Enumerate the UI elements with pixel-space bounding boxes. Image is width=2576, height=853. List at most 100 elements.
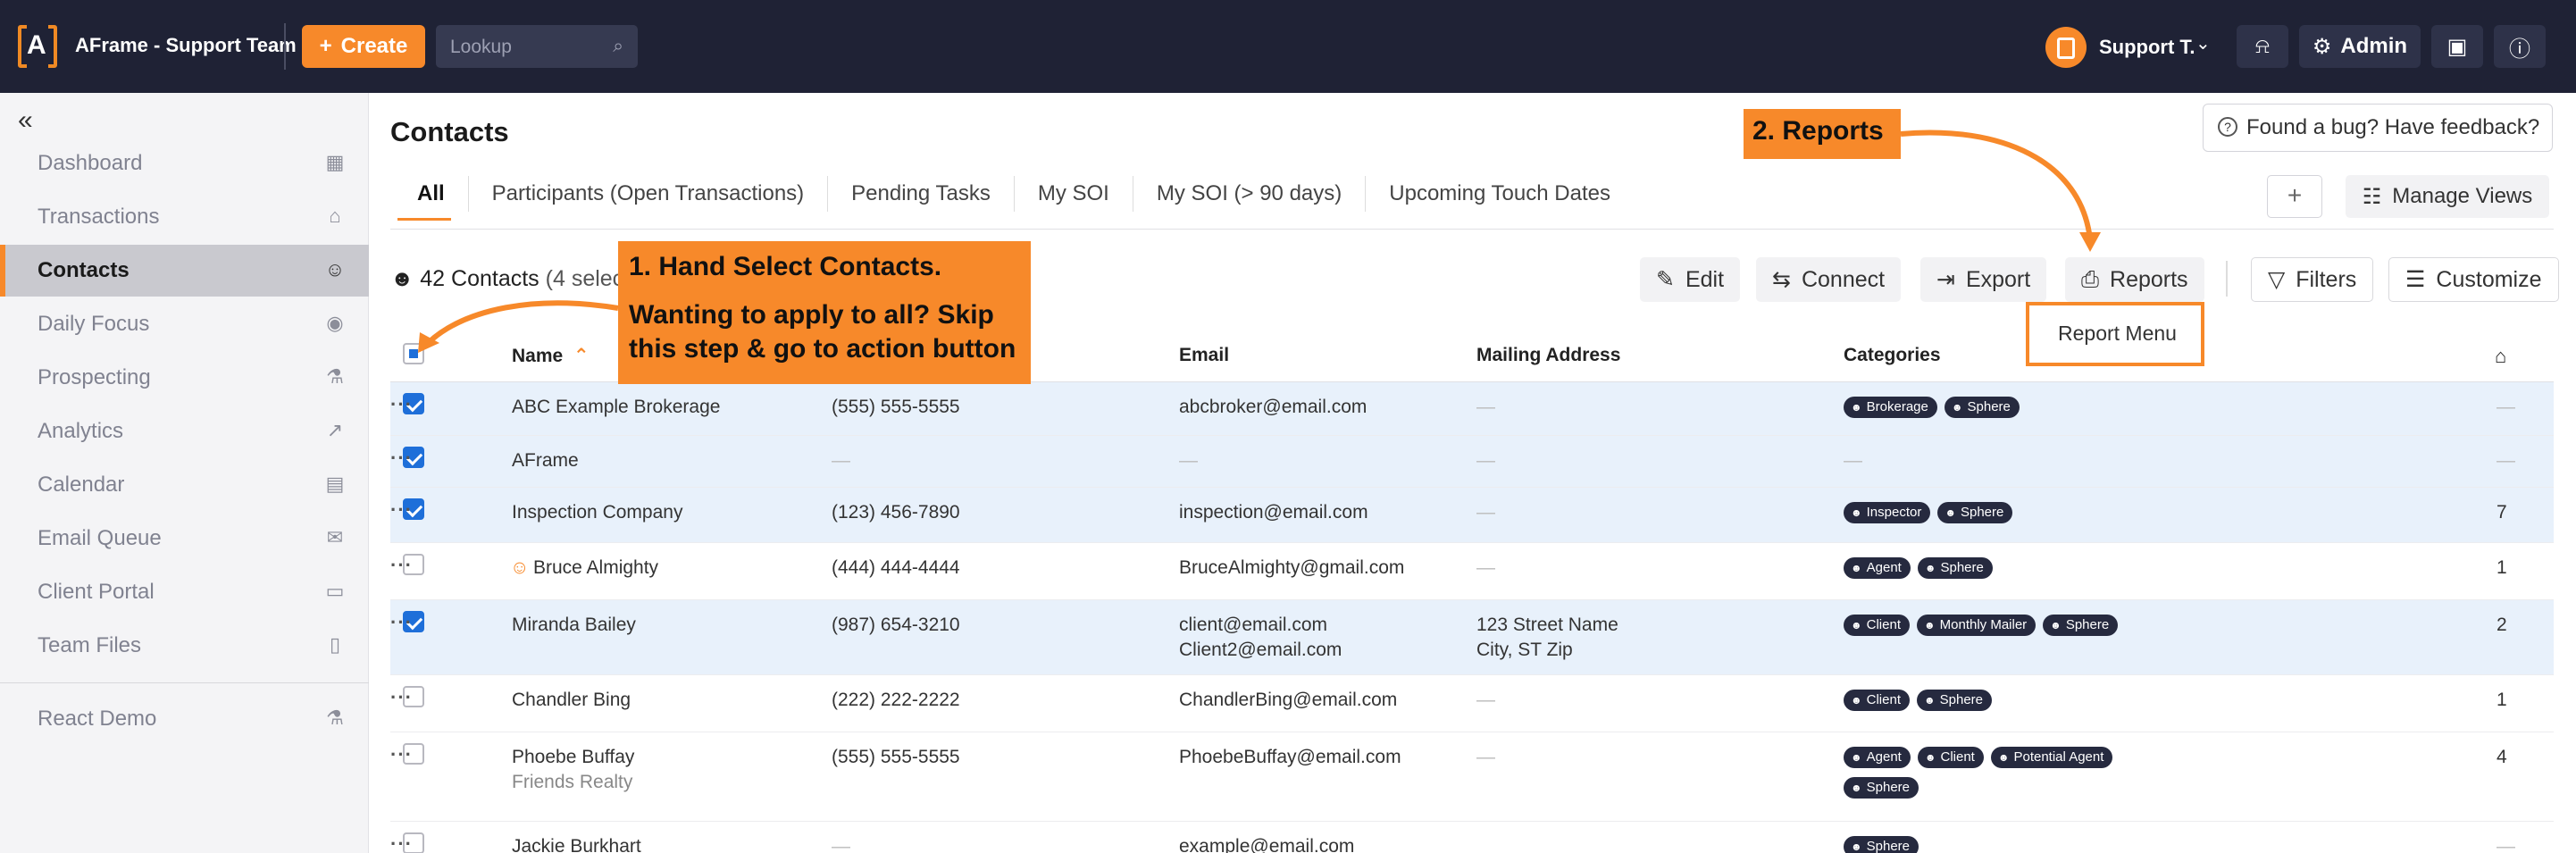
category-tag[interactable]: Potential Agent (1990, 747, 2113, 768)
row-more-icon[interactable]: ··· (390, 554, 413, 577)
gift-button[interactable]: ▣ (2431, 25, 2483, 68)
sidebar-item-daily-focus[interactable]: Daily Focus ◉ (0, 298, 369, 350)
email-column-header[interactable]: Email (1179, 345, 1229, 366)
sidebar-item-analytics[interactable]: Analytics ↗ (0, 406, 369, 457)
tab-participants-open-transactions[interactable]: Participants (Open Transactions) (469, 176, 829, 212)
table-row[interactable]: ··· Inspection Company (123) 456-7890 inspe… (390, 488, 2554, 543)
connect-button[interactable]: ⇆ Connect (1756, 257, 1902, 302)
sidebar-item-transactions[interactable]: Transactions ⌂ (0, 191, 369, 243)
sort-asc-icon[interactable]: ⌃ (573, 346, 590, 366)
select-all-checkbox[interactable] (403, 343, 424, 364)
mailing-address-column-header[interactable]: Mailing Address (1476, 345, 1620, 366)
contact-email[interactable]: ChandlerBing@email.com (1179, 688, 1397, 713)
table-row[interactable]: ··· ABC Example Brokerage (555) 555-5555 ab… (390, 382, 2554, 436)
contact-name[interactable]: Inspection Company (512, 500, 682, 525)
row-more-icon[interactable]: ··· (390, 611, 413, 634)
category-tag[interactable]: Sphere (1944, 397, 2020, 418)
aframe-logo-icon[interactable] (18, 25, 57, 68)
contact-email[interactable]: abcbroker@email.com (1179, 395, 1367, 420)
lookup-search-input[interactable]: Lookup ⌕ (436, 25, 638, 68)
category-tag[interactable]: Sphere (1937, 502, 2013, 523)
sidebar-item-react-demo[interactable]: React Demo ⚗ (0, 693, 369, 745)
category-tag[interactable]: Sphere (1917, 690, 1993, 711)
table-row[interactable]: ··· Chandler Bing (222) 222-2222 ChandlerBi… (390, 675, 2554, 732)
tab-upcoming-touch-dates[interactable]: Upcoming Touch Dates (1366, 176, 1634, 212)
contact-phone[interactable]: — (832, 834, 850, 853)
notifications-button[interactable]: ⍾ (2237, 25, 2288, 68)
chevron-down-icon[interactable]: ⌄ (2195, 32, 2211, 54)
row-more-icon[interactable]: ··· (390, 498, 413, 522)
contact-email[interactable]: — (1179, 448, 1198, 473)
contact-phone[interactable]: (123) 456-7890 (832, 500, 960, 525)
contact-name[interactable]: Bruce Almighty (533, 556, 658, 581)
contact-phone[interactable]: (987) 654-3210 (832, 613, 960, 638)
sidebar-item-contacts[interactable]: Contacts ☺ (0, 245, 369, 297)
contact-phone[interactable]: (555) 555-5555 (832, 395, 960, 420)
sidebar-item-calendar[interactable]: Calendar ▤ (0, 459, 369, 511)
contact-name[interactable]: Phoebe Buffay (512, 745, 634, 770)
contact-name[interactable]: Miranda Bailey (512, 613, 636, 638)
table-row[interactable]: ··· Bruce Almighty ☺ (444) 444-4444 BruceAlm… (390, 543, 2554, 600)
tab-my-soi-90-days[interactable]: My SOI (> 90 days) (1133, 176, 1367, 212)
home-icon[interactable]: ⌂ (2495, 345, 2506, 368)
avatar[interactable] (2045, 27, 2087, 68)
sidebar-item-client-portal[interactable]: Client Portal ▭ (0, 566, 369, 618)
tab-pending-tasks[interactable]: Pending Tasks (828, 176, 1015, 212)
export-button[interactable]: ⇥ Export (1920, 257, 2047, 302)
contact-email[interactable]: BruceAlmighty@gmail.com (1179, 556, 1404, 581)
contact-email[interactable]: PhoebeBuffay@email.com (1179, 745, 1401, 770)
reports-button[interactable]: ⎙ Reports (2065, 257, 2204, 302)
manage-views-button[interactable]: ☷ Manage Views (2346, 175, 2549, 218)
contact-email-secondary[interactable]: Client2@email.com (1179, 638, 1342, 663)
sidebar-item-dashboard[interactable]: Dashboard ▦ (0, 138, 369, 189)
contact-name[interactable]: Jackie Burkhart (512, 834, 641, 853)
admin-button[interactable]: ⚙ Admin (2299, 25, 2421, 68)
category-tag[interactable]: Agent (1844, 747, 1911, 768)
sidebar-item-email-queue[interactable]: Email Queue ✉ (0, 513, 369, 564)
category-tag[interactable]: Brokerage (1844, 397, 1937, 418)
contact-name[interactable]: Chandler Bing (512, 688, 631, 713)
collapse-sidebar-icon[interactable]: « (18, 105, 33, 136)
name-column-header[interactable]: Name ⌃ (512, 345, 590, 367)
category-tag[interactable]: Inspector (1844, 502, 1931, 523)
table-row[interactable]: ··· Miranda Bailey (987) 654-3210 client@em… (390, 600, 2554, 675)
contact-phone[interactable]: (444) 444-4444 (832, 556, 960, 581)
contact-email[interactable]: inspection@email.com (1179, 500, 1368, 525)
row-more-icon[interactable]: ··· (390, 743, 413, 766)
sidebar-item-prospecting[interactable]: Prospecting ⚗ (0, 352, 369, 404)
customize-button[interactable]: ☰ Customize (2388, 257, 2559, 302)
help-button[interactable]: ⓘ (2494, 25, 2546, 68)
row-more-icon[interactable]: ··· (390, 447, 413, 470)
row-more-icon[interactable]: ··· (390, 686, 413, 709)
contact-email[interactable]: example@email.com (1179, 834, 1354, 853)
table-row[interactable]: ··· Phoebe Buffay Friends Realty (555) 555-… (390, 732, 2554, 822)
category-tag[interactable]: Client (1844, 615, 1910, 636)
category-tag[interactable]: Sphere (1844, 836, 1919, 853)
category-tag[interactable]: Client (1844, 690, 1910, 711)
contact-phone[interactable]: — (832, 448, 850, 473)
category-tag[interactable]: Sphere (2043, 615, 2119, 636)
app-title[interactable]: AFrame - Support Team (75, 34, 297, 57)
contact-name[interactable]: ABC Example Brokerage (512, 395, 720, 420)
category-tag[interactable]: Client (1917, 747, 1984, 768)
row-more-icon[interactable]: ··· (390, 832, 413, 853)
table-row[interactable]: ··· Jackie Burkhart — example@email.com Sphe… (390, 822, 2554, 853)
contact-name[interactable]: AFrame (512, 448, 579, 473)
category-tag[interactable]: Agent (1844, 557, 1911, 579)
categories-column-header[interactable]: Categories (1844, 345, 1941, 366)
table-row[interactable]: ··· AFrame — — — — — (390, 436, 2554, 488)
category-tag[interactable]: Sphere (1917, 557, 1993, 579)
feedback-button[interactable]: ? Found a bug? Have feedback? (2203, 104, 2553, 152)
edit-button[interactable]: ✎ Edit (1640, 257, 1741, 302)
row-more-icon[interactable]: ··· (390, 393, 413, 416)
tab-my-soi[interactable]: My SOI (1015, 176, 1133, 212)
tab-all[interactable]: All (390, 176, 469, 221)
contact-phone[interactable]: (222) 222-2222 (832, 688, 960, 713)
sidebar-item-team-files[interactable]: Team Files ▯ (0, 620, 369, 672)
contact-email[interactable]: client@email.com (1179, 613, 1327, 638)
category-tag[interactable]: Monthly Mailer (1917, 615, 2037, 636)
category-tag[interactable]: Sphere (1844, 777, 1919, 799)
contact-phone[interactable]: (555) 555-5555 (832, 745, 960, 770)
create-button[interactable]: + Create (302, 25, 425, 68)
user-name[interactable]: Support T. (2099, 36, 2195, 59)
